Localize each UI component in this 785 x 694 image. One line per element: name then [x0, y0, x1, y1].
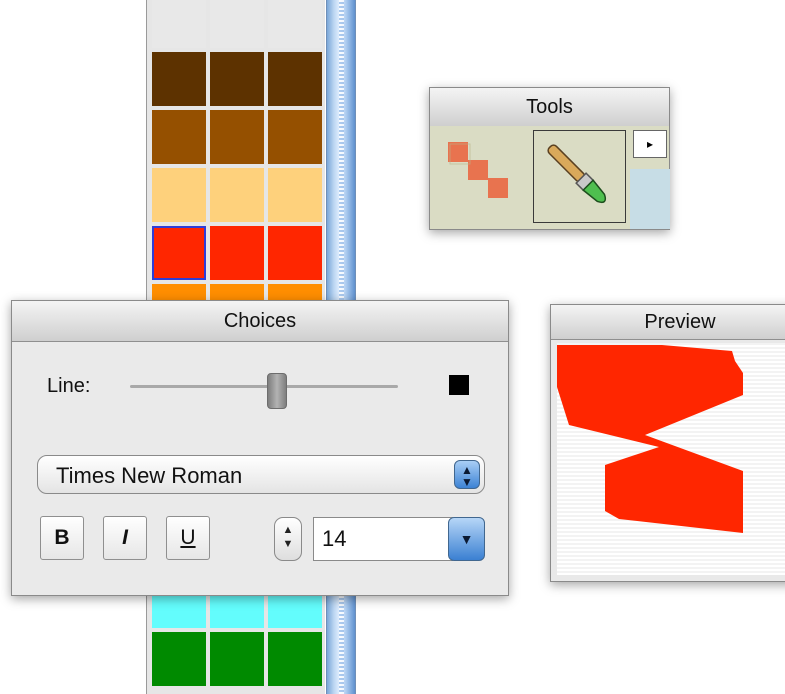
color-swatch[interactable]	[210, 168, 264, 222]
color-swatch[interactable]	[152, 110, 206, 164]
color-swatch[interactable]	[268, 52, 322, 106]
font-select[interactable]: Times New Roman ▲ ▼	[37, 455, 485, 494]
size-stepper[interactable]: ▲ ▼	[274, 517, 302, 561]
line-width-slider-track[interactable]	[130, 385, 398, 388]
color-swatch[interactable]	[268, 632, 322, 686]
color-swatch[interactable]	[210, 52, 264, 106]
preview-stroke-shape	[557, 345, 743, 533]
color-swatch[interactable]	[152, 0, 206, 48]
color-swatch[interactable]	[152, 226, 206, 280]
color-swatch[interactable]	[210, 226, 264, 280]
swatch-row	[152, 0, 326, 48]
italic-button[interactable]: I	[103, 516, 147, 560]
swatch-row	[152, 632, 326, 686]
bold-button[interactable]: B	[40, 516, 84, 560]
color-swatch[interactable]	[268, 168, 322, 222]
triangle-right-icon[interactable]: ▸	[633, 130, 667, 158]
choices-palette-window: Choices Line: Times New Roman ▲ ▼ B I U ▲…	[11, 300, 509, 596]
color-swatch[interactable]	[210, 0, 264, 48]
color-swatch[interactable]	[152, 632, 206, 686]
size-combobox[interactable]: 14 ▼	[313, 517, 485, 561]
swatch-row	[152, 168, 326, 222]
preview-title[interactable]: Preview	[551, 305, 785, 340]
color-swatch[interactable]	[268, 0, 322, 48]
preview-canvas	[557, 343, 785, 575]
step-line-icon[interactable]	[442, 140, 524, 215]
color-swatch[interactable]	[210, 110, 264, 164]
color-swatch[interactable]	[210, 632, 264, 686]
line-label: Line:	[47, 375, 91, 397]
font-select-value: Times New Roman	[56, 463, 243, 488]
paintbrush-icon[interactable]	[533, 130, 626, 223]
color-swatch[interactable]	[152, 168, 206, 222]
choices-title[interactable]: Choices	[12, 301, 508, 342]
swatch-row	[152, 110, 326, 164]
updown-arrows-icon[interactable]: ▲ ▼	[454, 460, 480, 489]
tools-title[interactable]: Tools	[430, 88, 669, 127]
tools-side-panel	[630, 169, 670, 229]
underline-button[interactable]: U	[166, 516, 210, 560]
tools-body: ▸	[430, 126, 670, 229]
color-swatch[interactable]	[152, 52, 206, 106]
preview-palette-window: Preview	[550, 304, 785, 582]
size-dropdown-button[interactable]: ▼	[448, 517, 485, 561]
tools-palette-window: Tools ▸	[429, 87, 670, 230]
line-width-slider-thumb[interactable]	[267, 373, 287, 409]
line-color-swatch[interactable]	[449, 375, 469, 395]
swatch-row	[152, 52, 326, 106]
swatch-row	[152, 226, 326, 280]
color-swatch[interactable]	[268, 226, 322, 280]
color-swatch[interactable]	[268, 110, 322, 164]
size-input[interactable]: 14	[313, 517, 453, 561]
